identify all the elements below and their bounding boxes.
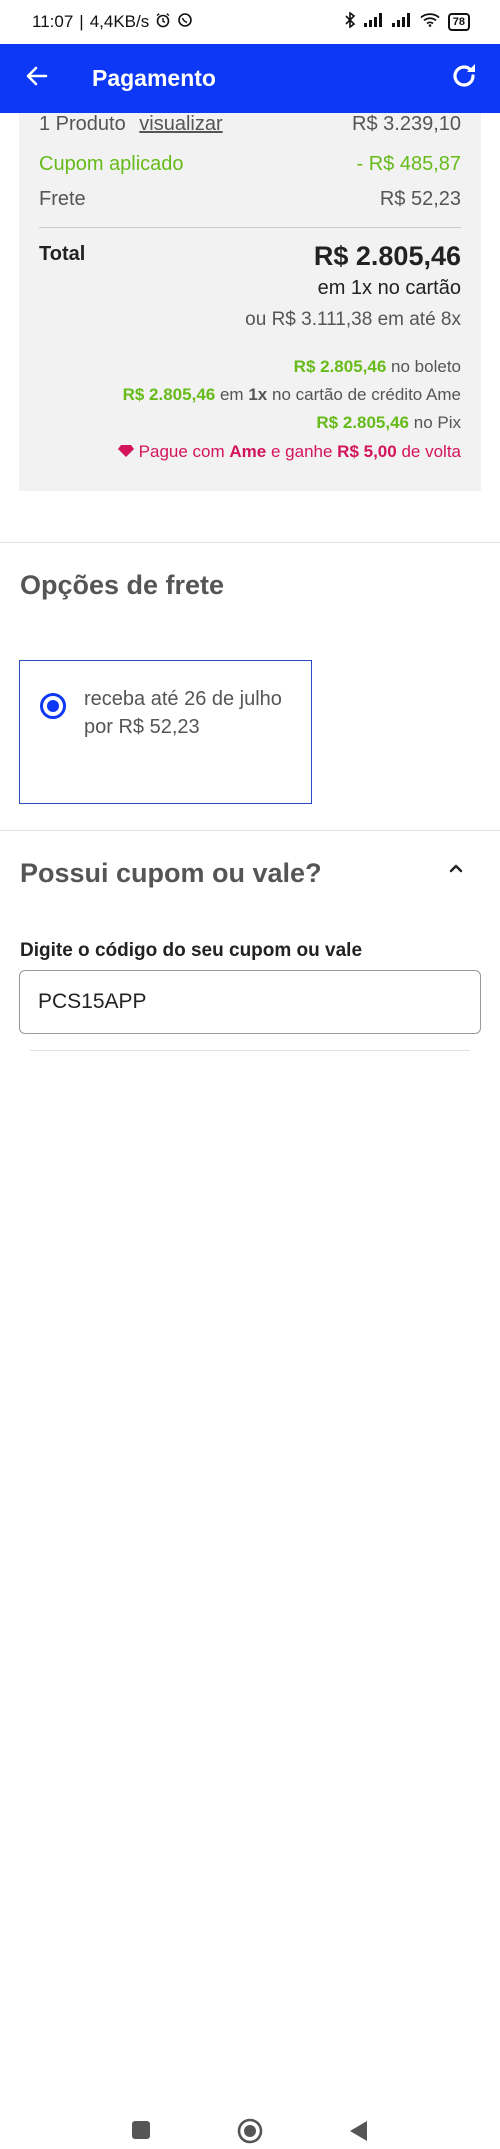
- status-bar: 11:07 | 4,4KB/s 78: [0, 0, 500, 44]
- promo-pix-text: no Pix: [413, 413, 461, 432]
- refresh-button[interactable]: [434, 44, 494, 113]
- section-divider: [0, 542, 500, 543]
- shipping-option-radio[interactable]: [40, 693, 66, 719]
- shipping-option-card[interactable]: receba até 26 de julho por R$ 52,23: [19, 660, 312, 804]
- bottom-divider: [30, 1050, 470, 1051]
- shipping-value: R$ 52,23: [379, 188, 461, 210]
- back-nav-button[interactable]: [349, 2120, 369, 2147]
- signal-icon: [391, 12, 412, 32]
- arrow-left-icon: [25, 64, 49, 93]
- alarm-icon: [155, 12, 171, 33]
- total-value: R$ 2.805,46: [313, 241, 461, 271]
- promo-ame-mid: em: [219, 385, 244, 404]
- products-value: R$ 3.239,10: [352, 113, 461, 135]
- recents-button[interactable]: [131, 2120, 151, 2145]
- cashback-mid: e ganhe: [270, 442, 333, 461]
- signal-icon: [363, 12, 384, 32]
- promo-ame-value: R$ 2.805,46: [122, 385, 216, 404]
- promo-boleto: R$ 2.805,46 no boleto: [294, 357, 461, 377]
- diamond-icon: [117, 442, 139, 461]
- promo-ame-times: 1x: [248, 385, 268, 404]
- shipping-label: Frete: [39, 188, 86, 210]
- promo-boleto-value: R$ 2.805,46: [293, 357, 387, 376]
- promo-cashback: Pague com Ame e ganhe R$ 5,00 de volta: [117, 442, 461, 462]
- view-products-link[interactable]: visualizar: [139, 113, 222, 135]
- coupon-row: Cupom aplicado - R$ 485,87: [39, 153, 461, 176]
- products-label-group: 1 Produto visualizar: [39, 113, 223, 136]
- back-button[interactable]: [2, 44, 72, 113]
- products-row: 1 Produto visualizar R$ 3.239,10: [39, 113, 461, 136]
- whatsapp-icon: [177, 12, 193, 33]
- status-left: 11:07 | 4,4KB/s: [32, 12, 193, 33]
- bluetooth-icon: [344, 10, 356, 33]
- shipping-options-title: Opções de frete: [20, 570, 225, 600]
- promo-pix-value: R$ 2.805,46: [316, 413, 410, 432]
- promo-ame-text: no cartão de crédito Ame: [271, 385, 461, 404]
- coupon-applied-label: Cupom aplicado: [39, 153, 184, 175]
- cashback-value: R$ 5,00: [337, 442, 397, 461]
- summary-divider: [39, 227, 461, 228]
- battery-icon: 78: [447, 13, 470, 31]
- shipping-row: Frete R$ 52,23: [39, 188, 461, 211]
- promo-ame-card: R$ 2.805,46 em 1x no cartão de crédito A…: [123, 385, 461, 405]
- total-label: Total: [39, 243, 86, 265]
- app-bar: Pagamento: [0, 44, 500, 113]
- cashback-brand: Ame: [229, 442, 267, 461]
- wifi-icon: [420, 12, 440, 32]
- coupon-section-title[interactable]: Possui cupom ou vale?: [20, 858, 322, 889]
- section-divider: [0, 830, 500, 831]
- shipping-option-text: receba até 26 de julho por R$ 52,23: [84, 688, 282, 738]
- promo-pix: R$ 2.805,46 no Pix: [316, 413, 461, 433]
- coupon-code-input[interactable]: [19, 970, 481, 1034]
- coupon-collapse-button[interactable]: [444, 858, 468, 882]
- coupon-field-label: Digite o código do seu cupom ou vale: [20, 940, 363, 961]
- refresh-icon: [449, 61, 479, 96]
- total-installment-1x: em 1x no cartão: [317, 277, 461, 299]
- products-label: 1 Produto: [39, 113, 126, 135]
- status-time: 11:07: [32, 12, 74, 31]
- coupon-applied-value: - R$ 485,87: [356, 153, 461, 175]
- chevron-up-icon: [444, 864, 468, 886]
- status-network-speed: 4,4KB/s: [89, 12, 150, 31]
- page-title: Pagamento: [92, 65, 216, 91]
- home-button[interactable]: [237, 2118, 263, 2149]
- promo-boleto-text: no boleto: [391, 357, 461, 376]
- order-summary: 1 Produto visualizar R$ 3.239,10 Cupom a…: [19, 113, 481, 491]
- cashback-prefix: Pague com: [138, 442, 225, 461]
- total-installment-8x: ou R$ 3.111,38 em até 8x: [245, 309, 461, 330]
- system-nav-bar: [0, 1052, 500, 2144]
- cashback-suffix: de volta: [401, 442, 461, 461]
- status-right: 78: [344, 10, 470, 33]
- status-separator: |: [79, 12, 84, 31]
